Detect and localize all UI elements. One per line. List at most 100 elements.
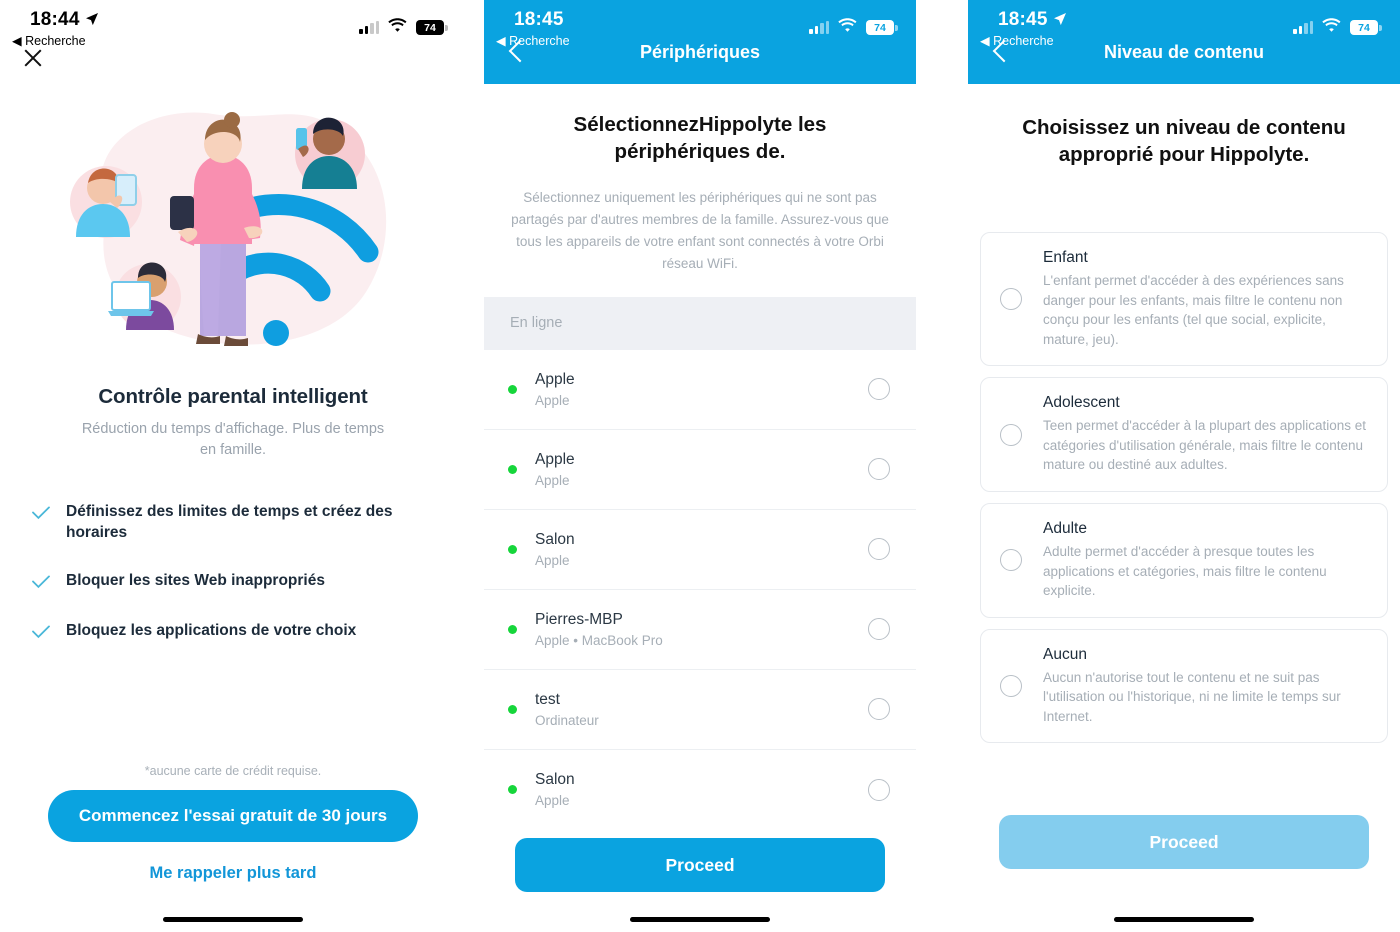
three-phone-screens: 18:44 ◀ Recherche 74 Contrôle parental i… — [0, 0, 1400, 932]
status-bar: 18:44 ◀ Recherche 74 — [0, 0, 466, 78]
device-select-radio[interactable] — [868, 458, 890, 481]
table-row[interactable]: Salon Apple — [484, 510, 916, 590]
home-indicator — [163, 917, 303, 922]
wifi-icon — [1322, 18, 1341, 37]
battery-indicator: 74 — [866, 20, 898, 35]
device-list: Apple Apple Apple Apple Salon Apple Pier… — [484, 350, 916, 830]
table-row[interactable]: Apple Apple — [484, 430, 916, 510]
battery-indicator: 74 — [1350, 20, 1382, 35]
page-title: Contrôle parental intelligent — [98, 385, 368, 408]
device-sub: Apple • MacBook Pro — [535, 632, 663, 648]
feature-item: Bloquez les applications de votre choix — [32, 620, 436, 644]
credit-card-note: *aucune carte de crédit requise. — [144, 764, 322, 778]
device-sub: Apple — [535, 472, 570, 488]
feature-label: Bloquez les applications de votre choix — [66, 621, 357, 639]
table-row[interactable]: Pierres-MBP Apple • MacBook Pro — [484, 590, 916, 670]
home-indicator — [630, 917, 770, 922]
online-status-dot — [508, 785, 517, 795]
option-label: Aucun — [1043, 645, 1087, 663]
option-radio[interactable] — [1000, 423, 1022, 446]
family-wifi-illustration — [0, 92, 466, 367]
status-time: 18:45 — [998, 9, 1067, 31]
panel-gap — [916, 0, 968, 932]
online-status-dot — [508, 384, 517, 394]
online-status-dot — [508, 624, 517, 634]
content-level-footer: Proceed — [968, 815, 1400, 932]
list-item[interactable]: Adulte Adulte permet d'accéder à presque… — [980, 503, 1388, 618]
device-name: Apple — [535, 370, 575, 388]
page-subtitle: Sélectionnez uniquement les périphérique… — [511, 190, 889, 271]
status-icons: 74 — [1293, 18, 1382, 37]
table-row[interactable]: Apple Apple — [484, 350, 916, 430]
start-free-trial-button[interactable]: Commencez l'essai gratuit de 30 jours — [48, 790, 418, 842]
option-description: Adulte permet d'accéder à presque toutes… — [1043, 544, 1327, 599]
home-indicator — [1114, 917, 1254, 922]
list-item[interactable]: Adolescent Teen permet d'accéder à la pl… — [980, 377, 1388, 493]
device-meta: Pierres-MBP Apple • MacBook Pro — [535, 611, 868, 648]
device-select-radio[interactable] — [868, 698, 890, 721]
option-description: Teen permet d'accéder à la plupart des a… — [1043, 418, 1367, 473]
feature-item: Bloquer les sites Web inappropriés — [32, 570, 436, 594]
battery-indicator: 74 — [416, 20, 448, 35]
location-arrow-icon — [1053, 10, 1067, 32]
status-time: 18:44 — [30, 9, 99, 31]
feature-label: Bloquer les sites Web inappropriés — [66, 571, 325, 589]
remind-me-later-link[interactable]: Me rappeler plus tard — [0, 864, 466, 883]
option-radio[interactable] — [1000, 549, 1022, 572]
onboarding-footer: *aucune carte de crédit requise. Commenc… — [0, 764, 466, 932]
status-bar: 18:45 ◀ Recherche 74 — [968, 0, 1400, 78]
status-icons: 74 — [809, 18, 898, 37]
device-sub: Apple — [535, 392, 570, 408]
proceed-button[interactable]: Proceed — [999, 815, 1369, 869]
option-description: L'enfant permet d'accéder à des expérien… — [1043, 273, 1344, 347]
wifi-icon — [838, 18, 857, 37]
option-label: Enfant — [1043, 249, 1088, 267]
proceed-button[interactable]: Proceed — [515, 838, 885, 892]
page-subtitle: Réduction du temps d'affichage. Plus de … — [81, 421, 385, 459]
nav-title: Niveau de contenu — [1103, 42, 1265, 62]
device-meta: Apple Apple — [535, 371, 868, 408]
feature-item: Définissez des limites de temps et créez… — [32, 501, 436, 544]
device-name: Apple — [535, 450, 575, 468]
device-select-radio[interactable] — [868, 618, 890, 641]
device-name: Salon — [535, 530, 575, 548]
page-title: Choisissez un niveau de contenu appropri… — [1022, 116, 1346, 167]
status-icons: 74 — [359, 18, 448, 37]
panel-gap — [466, 0, 484, 932]
table-row[interactable]: test Ordinateur — [484, 670, 916, 750]
content-level-screen: 18:45 ◀ Recherche 74 Niveau de contenu C… — [968, 0, 1400, 932]
section-header-label: En ligne — [510, 315, 563, 332]
check-icon — [32, 625, 50, 644]
device-sub: Apple — [535, 552, 570, 568]
location-arrow-icon — [85, 10, 99, 32]
device-select-radio[interactable] — [868, 538, 890, 561]
option-radio[interactable] — [1000, 675, 1022, 698]
cellular-signal-icon — [1293, 21, 1313, 34]
option-label: Adolescent — [1043, 394, 1120, 412]
device-meta: Salon Apple — [535, 531, 868, 568]
cellular-signal-icon — [809, 21, 829, 34]
option-radio[interactable] — [1000, 288, 1022, 311]
online-section-header: En ligne — [484, 296, 916, 350]
list-item[interactable]: Enfant L'enfant permet d'accéder à des e… — [980, 232, 1388, 367]
table-row[interactable]: Salon Apple — [484, 750, 916, 830]
device-select-radio[interactable] — [868, 378, 890, 401]
list-item[interactable]: Aucun Aucun n'autorise tout le contenu e… — [980, 628, 1388, 744]
devices-screen: 18:45 ◀ Recherche 74 Périphériques Sélec… — [484, 0, 916, 932]
device-meta: test Ordinateur — [535, 691, 868, 728]
device-name: Salon — [535, 771, 575, 789]
status-bar: 18:45 ◀ Recherche 74 — [484, 0, 916, 78]
online-status-dot — [508, 704, 517, 714]
option-label: Adulte — [1043, 520, 1087, 538]
online-status-dot — [508, 544, 517, 554]
online-status-dot — [508, 464, 517, 474]
option-description: Aucun n'autorise tout le contenu et ne s… — [1043, 669, 1341, 724]
page-title: SélectionnezHippolyte les périphériques … — [573, 113, 827, 163]
device-select-radio[interactable] — [868, 778, 890, 801]
nav-title: Périphériques — [639, 42, 761, 62]
onboarding-screen: 18:44 ◀ Recherche 74 Contrôle parental i… — [0, 0, 466, 932]
device-name: Pierres-MBP — [535, 610, 623, 628]
wifi-icon — [388, 18, 407, 37]
check-icon — [32, 575, 50, 594]
close-icon[interactable] — [20, 45, 46, 71]
